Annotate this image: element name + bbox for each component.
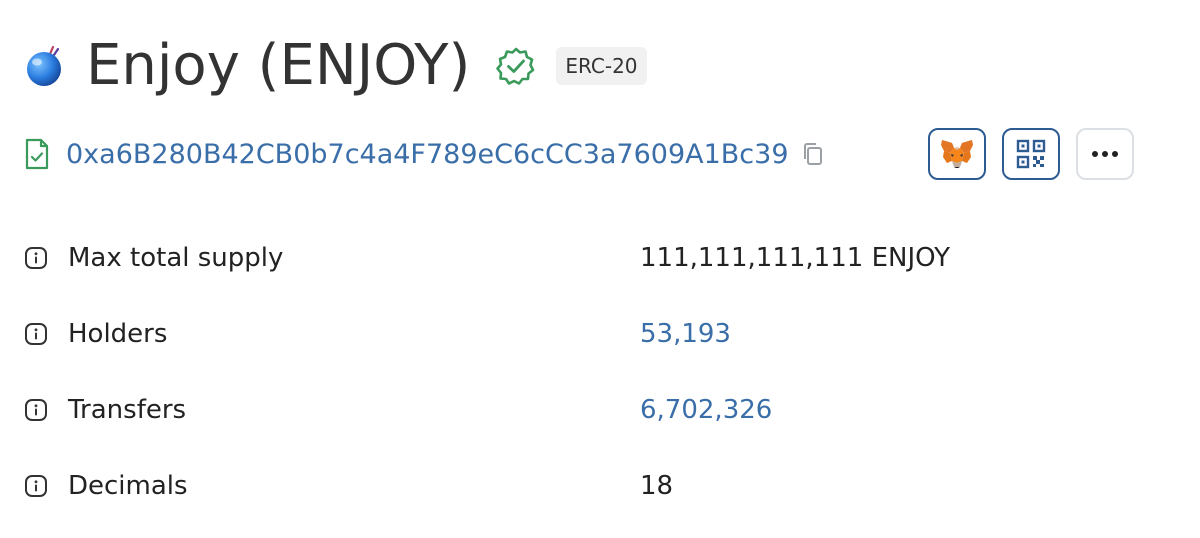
detail-row-max-total-supply: Max total supply 111,111,111,111 ENJOY bbox=[24, 220, 1174, 296]
token-logo-icon bbox=[27, 45, 61, 86]
detail-label: Max total supply bbox=[68, 243, 284, 273]
detail-value: 18 bbox=[640, 471, 674, 501]
copy-icon[interactable] bbox=[801, 141, 825, 167]
info-icon[interactable] bbox=[24, 398, 48, 422]
detail-row-holders: Holders 53,193 bbox=[24, 296, 1174, 372]
token-standard-badge: ERC-20 bbox=[556, 47, 647, 85]
more-dots-icon bbox=[1092, 151, 1118, 157]
contract-address-row: 0xa6B280B42CB0b7c4a4F789eC6cCC3a7609A1Bc… bbox=[24, 124, 1174, 184]
address-actions bbox=[912, 124, 1134, 184]
detail-label: Holders bbox=[68, 319, 168, 349]
info-icon[interactable] bbox=[24, 322, 48, 346]
qr-code-icon bbox=[1016, 139, 1046, 169]
detail-row-transfers: Transfers 6,702,326 bbox=[24, 372, 1174, 448]
contract-address-link[interactable]: 0xa6B280B42CB0b7c4a4F789eC6cCC3a7609A1Bc… bbox=[66, 141, 789, 168]
info-icon[interactable] bbox=[24, 474, 48, 498]
verified-badge-icon bbox=[496, 47, 535, 85]
transfers-link[interactable]: 6,702,326 bbox=[640, 395, 772, 425]
detail-row-decimals: Decimals 18 bbox=[24, 448, 1174, 524]
detail-label: Transfers bbox=[68, 395, 187, 425]
metamask-fox-icon bbox=[941, 140, 973, 168]
holders-link[interactable]: 53,193 bbox=[640, 319, 731, 349]
detail-label: Decimals bbox=[68, 471, 188, 501]
qr-code-button[interactable] bbox=[1002, 128, 1060, 180]
detail-value: 111,111,111,111 ENJOY bbox=[640, 243, 951, 273]
contract-file-icon bbox=[25, 138, 49, 170]
add-to-metamask-button[interactable] bbox=[928, 128, 986, 180]
token-header: Enjoy (ENJOY) ERC-20 bbox=[24, 28, 647, 104]
token-name: Enjoy (ENJOY) bbox=[86, 33, 471, 98]
token-details-list: Max total supply 111,111,111,111 ENJOY H… bbox=[24, 220, 1174, 524]
more-options-button[interactable] bbox=[1076, 128, 1134, 180]
info-icon[interactable] bbox=[24, 246, 48, 270]
